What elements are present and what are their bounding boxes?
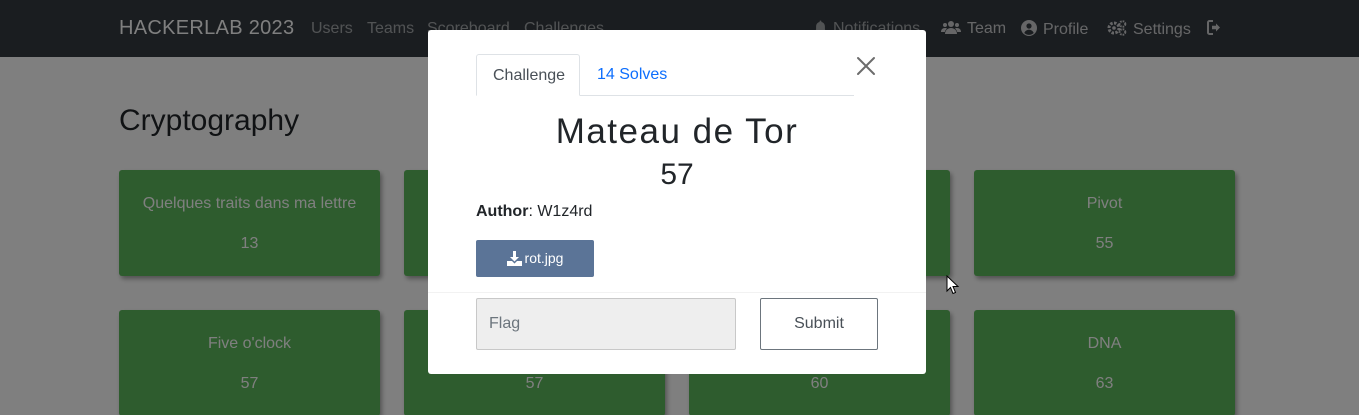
- flag-input[interactable]: [476, 298, 736, 350]
- challenge-author: Author: W1z4rd: [476, 203, 593, 220]
- tab-solves[interactable]: 14 Solves: [581, 54, 683, 96]
- download-file-button[interactable]: rot.jpg: [476, 240, 594, 277]
- modal-divider: [428, 292, 926, 293]
- submit-button[interactable]: Submit: [760, 298, 878, 350]
- author-label: Author: [476, 203, 529, 220]
- modal-tabs: Challenge 14 Solves: [476, 54, 854, 96]
- download-icon: [506, 251, 522, 266]
- challenge-value: 57: [660, 158, 694, 191]
- file-name: rot.jpg: [524, 250, 564, 266]
- challenge-modal: Challenge 14 Solves Mateau de Tor 57 Aut…: [428, 30, 926, 374]
- author-name: W1z4rd: [537, 203, 593, 220]
- mouse-cursor-icon: [946, 274, 960, 295]
- close-icon[interactable]: [855, 55, 877, 77]
- challenge-name: Mateau de Tor: [555, 112, 799, 151]
- tab-challenge[interactable]: Challenge: [476, 54, 580, 96]
